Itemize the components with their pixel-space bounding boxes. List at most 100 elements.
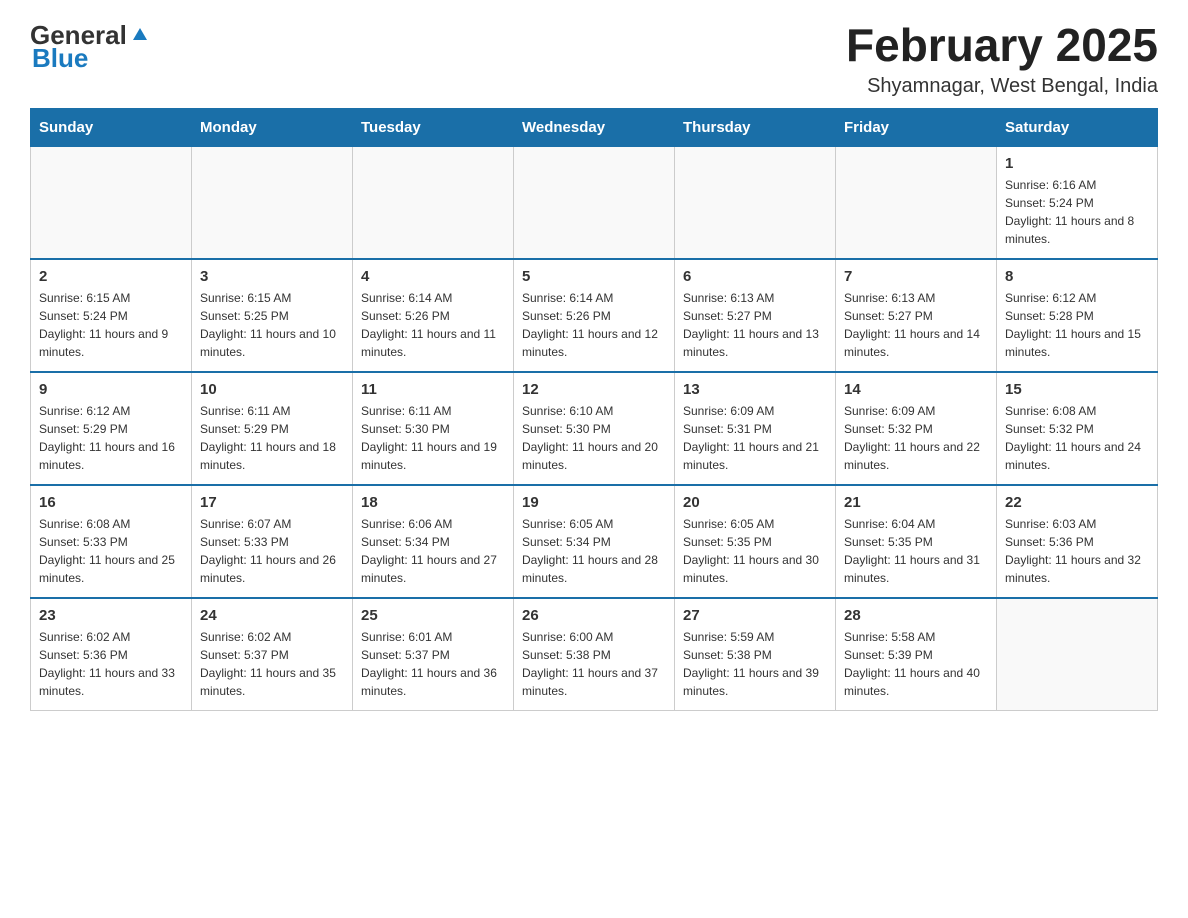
calendar-week-row: 1 Sunrise: 6:16 AMSunset: 5:24 PMDaylight…: [31, 146, 1158, 259]
logo: General Blue: [30, 20, 151, 74]
weekday-header-sunday: Sunday: [31, 108, 192, 146]
calendar-cell: 8 Sunrise: 6:12 AMSunset: 5:28 PMDaylight…: [997, 259, 1158, 372]
calendar-table: SundayMondayTuesdayWednesdayThursdayFrid…: [30, 108, 1158, 711]
calendar-week-row: 16 Sunrise: 6:08 AMSunset: 5:33 PMDayligh…: [31, 485, 1158, 598]
day-number: 24: [200, 607, 344, 624]
day-number: 26: [522, 607, 666, 624]
day-info: Sunrise: 6:07 AMSunset: 5:33 PMDaylight:…: [200, 515, 344, 587]
calendar-cell: 9 Sunrise: 6:12 AMSunset: 5:29 PMDaylight…: [31, 372, 192, 485]
calendar-cell: 20 Sunrise: 6:05 AMSunset: 5:35 PMDayligh…: [675, 485, 836, 598]
calendar-cell: 21 Sunrise: 6:04 AMSunset: 5:35 PMDayligh…: [836, 485, 997, 598]
calendar-cell: 22 Sunrise: 6:03 AMSunset: 5:36 PMDayligh…: [997, 485, 1158, 598]
day-info: Sunrise: 6:00 AMSunset: 5:38 PMDaylight:…: [522, 628, 666, 700]
day-number: 25: [361, 607, 505, 624]
calendar-cell: 23 Sunrise: 6:02 AMSunset: 5:36 PMDayligh…: [31, 598, 192, 711]
day-info: Sunrise: 6:08 AMSunset: 5:33 PMDaylight:…: [39, 515, 183, 587]
day-info: Sunrise: 6:13 AMSunset: 5:27 PMDaylight:…: [844, 289, 988, 361]
day-info: Sunrise: 6:14 AMSunset: 5:26 PMDaylight:…: [522, 289, 666, 361]
day-number: 4: [361, 268, 505, 285]
day-info: Sunrise: 6:06 AMSunset: 5:34 PMDaylight:…: [361, 515, 505, 587]
calendar-cell: 16 Sunrise: 6:08 AMSunset: 5:33 PMDayligh…: [31, 485, 192, 598]
calendar-week-row: 2 Sunrise: 6:15 AMSunset: 5:24 PMDaylight…: [31, 259, 1158, 372]
calendar-cell: 17 Sunrise: 6:07 AMSunset: 5:33 PMDayligh…: [192, 485, 353, 598]
day-info: Sunrise: 6:09 AMSunset: 5:31 PMDaylight:…: [683, 402, 827, 474]
calendar-cell: 4 Sunrise: 6:14 AMSunset: 5:26 PMDaylight…: [353, 259, 514, 372]
logo-triangle-icon: [129, 22, 151, 44]
calendar-cell: 5 Sunrise: 6:14 AMSunset: 5:26 PMDaylight…: [514, 259, 675, 372]
calendar-cell: [514, 146, 675, 259]
day-number: 9: [39, 381, 183, 398]
day-info: Sunrise: 6:15 AMSunset: 5:25 PMDaylight:…: [200, 289, 344, 361]
day-number: 15: [1005, 381, 1149, 398]
day-info: Sunrise: 6:15 AMSunset: 5:24 PMDaylight:…: [39, 289, 183, 361]
day-number: 1: [1005, 155, 1149, 172]
calendar-cell: 24 Sunrise: 6:02 AMSunset: 5:37 PMDayligh…: [192, 598, 353, 711]
day-info: Sunrise: 6:05 AMSunset: 5:34 PMDaylight:…: [522, 515, 666, 587]
day-info: Sunrise: 6:10 AMSunset: 5:30 PMDaylight:…: [522, 402, 666, 474]
title-area: February 2025 Shyamnagar, West Bengal, I…: [846, 20, 1158, 98]
calendar-cell: [192, 146, 353, 259]
page-header: General Blue February 2025 Shyamnagar, W…: [30, 20, 1158, 98]
day-info: Sunrise: 5:59 AMSunset: 5:38 PMDaylight:…: [683, 628, 827, 700]
day-number: 10: [200, 381, 344, 398]
day-info: Sunrise: 6:12 AMSunset: 5:28 PMDaylight:…: [1005, 289, 1149, 361]
calendar-cell: 12 Sunrise: 6:10 AMSunset: 5:30 PMDayligh…: [514, 372, 675, 485]
day-number: 27: [683, 607, 827, 624]
location-subtitle: Shyamnagar, West Bengal, India: [846, 75, 1158, 98]
calendar-cell: 11Sunrise: 6:11 AMSunset: 5:30 PMDayligh…: [353, 372, 514, 485]
day-info: Sunrise: 6:03 AMSunset: 5:36 PMDaylight:…: [1005, 515, 1149, 587]
day-info: Sunrise: 6:13 AMSunset: 5:27 PMDaylight:…: [683, 289, 827, 361]
calendar-cell: [353, 146, 514, 259]
calendar-cell: [997, 598, 1158, 711]
calendar-cell: 27 Sunrise: 5:59 AMSunset: 5:38 PMDayligh…: [675, 598, 836, 711]
day-info: Sunrise: 6:02 AMSunset: 5:36 PMDaylight:…: [39, 628, 183, 700]
day-info: Sunrise: 6:01 AMSunset: 5:37 PMDaylight:…: [361, 628, 505, 700]
day-number: 8: [1005, 268, 1149, 285]
calendar-cell: 25 Sunrise: 6:01 AMSunset: 5:37 PMDayligh…: [353, 598, 514, 711]
calendar-week-row: 23 Sunrise: 6:02 AMSunset: 5:36 PMDayligh…: [31, 598, 1158, 711]
calendar-cell: 13 Sunrise: 6:09 AMSunset: 5:31 PMDayligh…: [675, 372, 836, 485]
weekday-header-monday: Monday: [192, 108, 353, 146]
calendar-cell: 2 Sunrise: 6:15 AMSunset: 5:24 PMDaylight…: [31, 259, 192, 372]
day-info: Sunrise: 6:05 AMSunset: 5:35 PMDaylight:…: [683, 515, 827, 587]
day-info: Sunrise: 6:08 AMSunset: 5:32 PMDaylight:…: [1005, 402, 1149, 474]
day-number: 13: [683, 381, 827, 398]
day-number: 14: [844, 381, 988, 398]
day-info: Sunrise: 6:02 AMSunset: 5:37 PMDaylight:…: [200, 628, 344, 700]
calendar-cell: 3 Sunrise: 6:15 AMSunset: 5:25 PMDaylight…: [192, 259, 353, 372]
weekday-header-wednesday: Wednesday: [514, 108, 675, 146]
day-number: 6: [683, 268, 827, 285]
day-number: 22: [1005, 494, 1149, 511]
weekday-header-friday: Friday: [836, 108, 997, 146]
day-info: Sunrise: 6:12 AMSunset: 5:29 PMDaylight:…: [39, 402, 183, 474]
day-number: 19: [522, 494, 666, 511]
calendar-cell: 1 Sunrise: 6:16 AMSunset: 5:24 PMDaylight…: [997, 146, 1158, 259]
weekday-header-saturday: Saturday: [997, 108, 1158, 146]
weekday-header-tuesday: Tuesday: [353, 108, 514, 146]
day-number: 20: [683, 494, 827, 511]
day-number: 17: [200, 494, 344, 511]
calendar-cell: 7 Sunrise: 6:13 AMSunset: 5:27 PMDaylight…: [836, 259, 997, 372]
calendar-cell: 18Sunrise: 6:06 AMSunset: 5:34 PMDayligh…: [353, 485, 514, 598]
day-info: Sunrise: 6:04 AMSunset: 5:35 PMDaylight:…: [844, 515, 988, 587]
day-info: Sunrise: 6:16 AMSunset: 5:24 PMDaylight:…: [1005, 176, 1149, 248]
calendar-cell: 10Sunrise: 6:11 AMSunset: 5:29 PMDayligh…: [192, 372, 353, 485]
day-number: 16: [39, 494, 183, 511]
day-info: Sunrise: 6:11 AMSunset: 5:30 PMDaylight:…: [361, 402, 505, 474]
calendar-cell: 6 Sunrise: 6:13 AMSunset: 5:27 PMDaylight…: [675, 259, 836, 372]
day-info: Sunrise: 6:09 AMSunset: 5:32 PMDaylight:…: [844, 402, 988, 474]
day-number: 21: [844, 494, 988, 511]
calendar-cell: [31, 146, 192, 259]
calendar-cell: 26 Sunrise: 6:00 AMSunset: 5:38 PMDayligh…: [514, 598, 675, 711]
day-number: 5: [522, 268, 666, 285]
day-info: Sunrise: 6:14 AMSunset: 5:26 PMDaylight:…: [361, 289, 505, 361]
calendar-cell: 15 Sunrise: 6:08 AMSunset: 5:32 PMDayligh…: [997, 372, 1158, 485]
calendar-cell: 14 Sunrise: 6:09 AMSunset: 5:32 PMDayligh…: [836, 372, 997, 485]
calendar-cell: 19 Sunrise: 6:05 AMSunset: 5:34 PMDayligh…: [514, 485, 675, 598]
day-number: 2: [39, 268, 183, 285]
day-number: 12: [522, 381, 666, 398]
calendar-cell: [675, 146, 836, 259]
day-number: 3: [200, 268, 344, 285]
day-number: 23: [39, 607, 183, 624]
day-number: 7: [844, 268, 988, 285]
